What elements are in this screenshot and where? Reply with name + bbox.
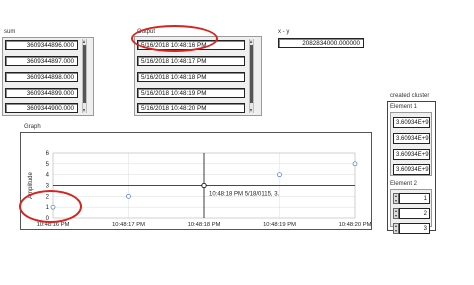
data-point: [277, 172, 282, 178]
data-point: [126, 193, 131, 199]
x-tick-label: 10:48:18 PM: [188, 222, 221, 228]
scroll-thumb[interactable]: [250, 45, 253, 103]
sum-field-5[interactable]: 3609344900.000: [5, 103, 78, 113]
output-scrollbar[interactable]: [249, 39, 254, 113]
cursor-point[interactable]: [201, 182, 207, 189]
sum-field-2[interactable]: 3609344897.000: [5, 56, 78, 66]
sum-scrollbar[interactable]: [82, 39, 87, 113]
highlight-circle-xaxis: [19, 190, 82, 223]
element2-field-2[interactable]: 2: [399, 208, 430, 219]
output-field-2[interactable]: 5/16/2018 10:48:17 PM: [137, 56, 245, 66]
sum-field-3[interactable]: 3609344898.000: [5, 72, 78, 82]
y-tick-label: 5: [46, 162, 50, 168]
scroll-up-icon[interactable]: [250, 40, 252, 43]
xy-field[interactable]: 2082834000.000000: [278, 38, 364, 48]
element1-field-3[interactable]: 3.60934E+9: [393, 149, 430, 160]
sum-label: sum: [4, 29, 16, 35]
element2-label: Element 2: [390, 181, 418, 187]
output-field-3[interactable]: 5/16/2018 10:48:18 PM: [137, 72, 245, 82]
y-tick-label: 6: [46, 151, 50, 157]
x-tick-label: 10:48:17 PM: [112, 222, 145, 228]
output-field-5[interactable]: 5/16/2018 10:48:20 PM: [137, 103, 245, 113]
element1-field-2[interactable]: 3.60934E+9: [393, 133, 430, 144]
data-point: [352, 161, 358, 167]
y-tick-label: 3: [46, 184, 50, 190]
xy-label: x - y: [278, 29, 290, 35]
scroll-up-icon[interactable]: [83, 40, 85, 43]
x-tick-label: 10:48:19 PM: [263, 222, 296, 228]
scroll-down-icon[interactable]: [250, 109, 252, 112]
y-tick-label: 4: [46, 173, 50, 179]
graph-label: Graph: [24, 124, 41, 130]
element2-field-3[interactable]: 3: [399, 223, 430, 234]
cursor-label: 10:48:18 PM 5/18/0115, 3.: [209, 192, 280, 198]
sum-field-1[interactable]: 3609344896.000: [5, 40, 78, 50]
highlight-circle-output: [131, 25, 218, 52]
element1-field-4[interactable]: 3.60934E+9: [393, 164, 430, 175]
sum-field-4[interactable]: 3609344899.000: [5, 88, 78, 98]
cluster-label: created cluster: [390, 93, 430, 99]
element2-field-1[interactable]: 1: [399, 193, 430, 204]
scroll-down-icon[interactable]: [83, 109, 85, 112]
element1-field-1[interactable]: 3.60934E+9: [393, 117, 430, 128]
output-field-4[interactable]: 5/16/2018 10:48:19 PM: [137, 88, 245, 98]
scroll-thumb[interactable]: [83, 45, 86, 103]
x-tick-label: 10:48:20 PM: [339, 222, 371, 228]
element1-label: Element 1: [390, 104, 418, 110]
